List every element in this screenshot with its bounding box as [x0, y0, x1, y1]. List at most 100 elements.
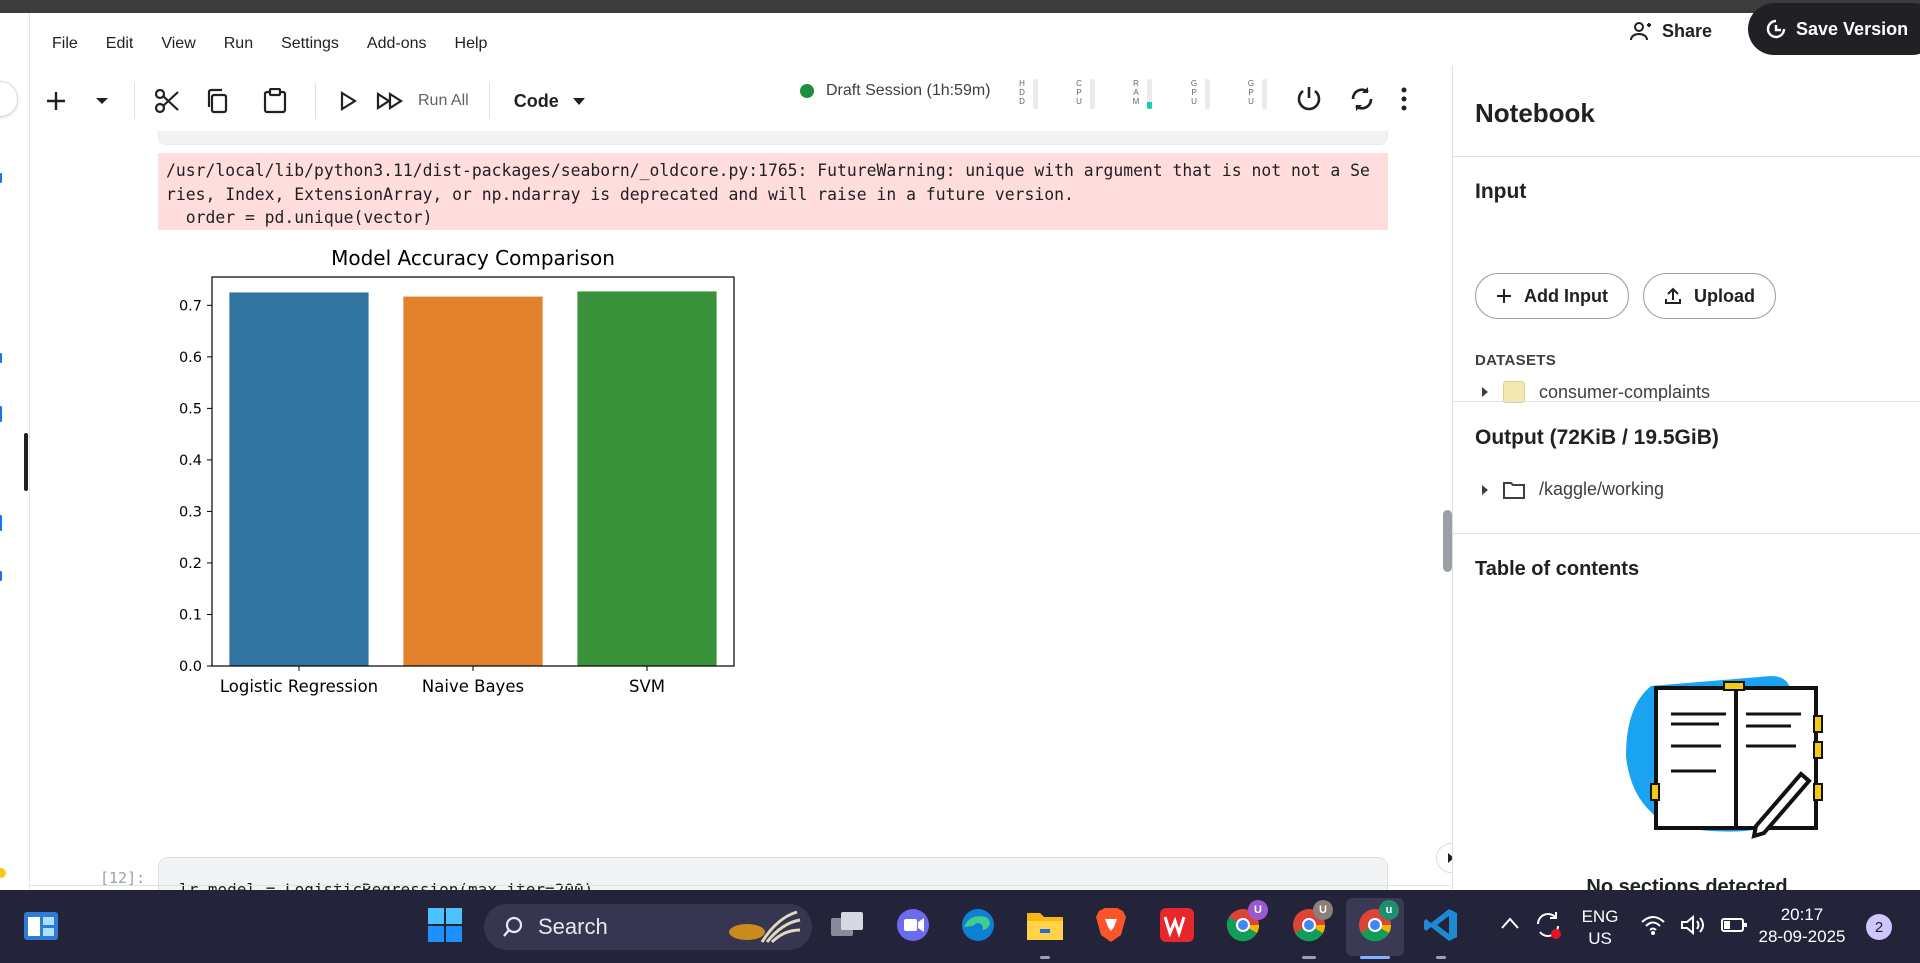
more-vertical-icon[interactable]	[1401, 87, 1407, 111]
cpu-meter-label: CPU	[1076, 79, 1082, 106]
widgets-button[interactable]	[20, 904, 62, 946]
notebook-side-panel: Notebook Input Add Input Upload DATASETS…	[1452, 66, 1920, 898]
cpu-meter[interactable]: CPU	[1074, 75, 1104, 119]
wps-office-button[interactable]	[1156, 904, 1198, 946]
paste-button[interactable]	[247, 81, 303, 121]
copy-button[interactable]	[187, 81, 247, 121]
cpu-meter-bar	[1090, 79, 1095, 109]
notebook-scrollbar-thumb[interactable]	[1443, 510, 1452, 572]
ram-meter[interactable]: RAM	[1131, 75, 1161, 119]
start-button[interactable]	[424, 904, 466, 946]
sync-icon	[1537, 912, 1561, 939]
power-icon[interactable]	[1295, 85, 1323, 113]
plus-icon	[1497, 289, 1511, 303]
menu-file[interactable]: File	[38, 31, 92, 59]
ram-meter-bar	[1147, 79, 1152, 109]
vscode-icon	[1424, 909, 1457, 941]
video-chat-icon	[897, 909, 929, 941]
add-input-button[interactable]: Add Input	[1475, 273, 1629, 319]
system-tray-quick-settings[interactable]	[1640, 914, 1748, 936]
run-all-label[interactable]: Run All	[418, 92, 469, 110]
notification-badge[interactable]: 2	[1866, 914, 1892, 940]
teams-meet-button[interactable]	[892, 904, 934, 946]
chart-title: Model Accuracy Comparison	[331, 246, 615, 270]
hdd-meter[interactable]: HDD	[1017, 75, 1047, 119]
menu-run[interactable]: Run	[210, 31, 267, 59]
language-code: ENG	[1581, 907, 1619, 926]
windows-taskbar: Search U U u ENG US 20:17 28-09-2025 2	[0, 890, 1920, 963]
output-tree-item[interactable]: /kaggle/working	[1481, 479, 1664, 500]
menu-help[interactable]: Help	[441, 31, 502, 59]
y-tick-label-5: 0.5	[179, 401, 202, 417]
stderr-warning-output: /usr/local/lib/python3.11/dist-packages/…	[158, 153, 1388, 230]
notebook-illustration	[1626, 676, 1823, 839]
datasets-heading: DATASETS	[1475, 352, 1557, 369]
hdd-meter-bar	[1033, 79, 1038, 109]
menu-view[interactable]: View	[147, 31, 209, 59]
task-view-icon	[831, 912, 863, 936]
gpu-memory-meter-bar	[1262, 79, 1267, 109]
search-highlight-decoration	[729, 910, 801, 944]
panel-title: Notebook	[1475, 98, 1595, 128]
brave-button[interactable]	[1090, 904, 1132, 946]
running-indicator	[1040, 956, 1050, 959]
volume-icon	[1681, 914, 1704, 936]
edge-button[interactable]	[957, 904, 999, 946]
input-language-indicator[interactable]: ENG US	[1572, 906, 1628, 950]
session-status[interactable]: Draft Session (1h:59m)	[800, 82, 991, 100]
run-cell-button[interactable]	[328, 81, 368, 121]
windows-logo-icon	[428, 908, 462, 942]
cell-type-select[interactable]: Code	[514, 91, 585, 112]
active-indicator	[1360, 956, 1390, 959]
caret-down-icon	[572, 97, 585, 105]
show-hidden-icons-button[interactable]	[1500, 916, 1520, 935]
gpu-memory-meter[interactable]: GPU	[1246, 75, 1276, 119]
gpu-meter[interactable]: GPU	[1189, 75, 1219, 119]
window-top-strip	[0, 0, 1920, 13]
person-share-icon	[1630, 22, 1651, 41]
chrome-profile-1-badge: U	[1248, 900, 1268, 920]
x-tick-label-2: SVM	[629, 677, 665, 696]
y-tick-label-2: 0.2	[179, 556, 202, 572]
restart-icon[interactable]	[1349, 85, 1375, 113]
session-controls	[1295, 85, 1407, 113]
rail-active-indicator	[24, 433, 28, 491]
search-label: Search	[538, 914, 608, 939]
vscode-button[interactable]	[1420, 904, 1462, 946]
menu-settings[interactable]: Settings	[267, 31, 353, 59]
share-button[interactable]: Share	[1630, 13, 1712, 49]
dataset-tree-item[interactable]: consumer-complaints	[1481, 381, 1710, 403]
add-input-label: Add Input	[1524, 285, 1608, 306]
file-explorer-button[interactable]	[1024, 904, 1066, 946]
add-cell-dropdown[interactable]	[82, 81, 122, 121]
brave-browser-icon	[1096, 908, 1126, 942]
task-view-button[interactable]	[826, 904, 868, 946]
run-all-icon-button[interactable]	[368, 81, 412, 121]
folder-icon	[1503, 481, 1525, 499]
chart-svg: 0.0 0.1 0.2 0.3 0.4 0.5 0.6 0.7 Logistic Regress…	[179, 246, 735, 696]
sync-status-button[interactable]	[1534, 910, 1564, 945]
output-path: /kaggle/working	[1539, 479, 1665, 499]
rail-create-button[interactable]	[0, 81, 18, 117]
upload-button[interactable]: Upload	[1643, 273, 1776, 319]
clock-time: 20:17	[1780, 905, 1824, 924]
y-tick-label-4: 0.4	[179, 453, 202, 469]
add-cell-button[interactable]	[30, 81, 82, 121]
search-icon	[503, 916, 523, 937]
rail-status-dot	[0, 868, 6, 878]
save-version-button[interactable]: Save Version	[1748, 3, 1920, 55]
bar-2	[577, 291, 717, 666]
session-label: Draft Session (1h:59m)	[826, 82, 991, 99]
upload-icon	[1665, 287, 1681, 304]
save-version-label: Save Version	[1796, 18, 1909, 39]
chrome-profile-3-badge: u	[1379, 900, 1399, 920]
menu-edit[interactable]: Edit	[92, 31, 148, 59]
battery-icon	[1721, 918, 1747, 932]
dataset-name: consumer-complaints	[1539, 381, 1711, 402]
bar-0	[229, 292, 369, 666]
taskbar-search[interactable]: Search	[484, 904, 812, 950]
cut-button[interactable]	[147, 81, 187, 121]
menu-add-ons[interactable]: Add-ons	[353, 31, 441, 59]
plus-icon	[47, 92, 65, 110]
clock[interactable]: 20:17 28-09-2025	[1752, 904, 1852, 948]
